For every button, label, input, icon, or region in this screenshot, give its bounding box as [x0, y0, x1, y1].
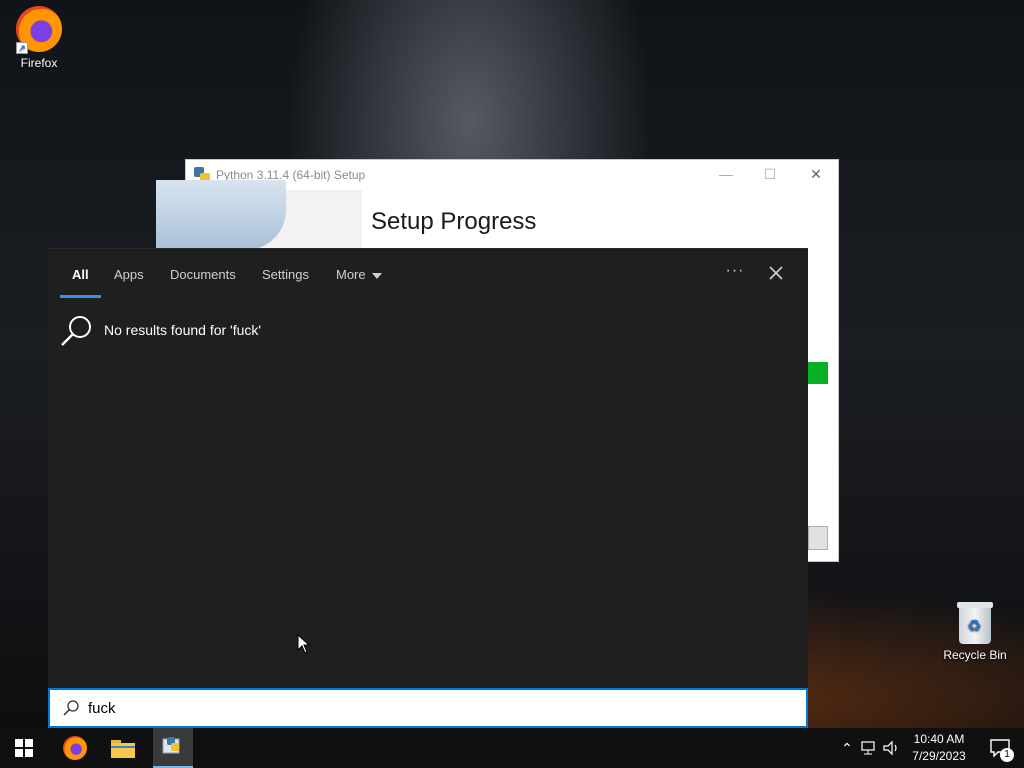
- tab-documents[interactable]: Documents: [170, 267, 236, 282]
- minimize-button[interactable]: —: [704, 160, 748, 190]
- chevron-up-icon[interactable]: ⌃: [838, 740, 856, 757]
- action-center-button[interactable]: 1: [980, 728, 1020, 768]
- chevron-down-icon: [371, 272, 382, 279]
- desktop-icon-label: Firefox: [20, 56, 58, 70]
- tab-more-label: More: [336, 267, 366, 282]
- setup-cancel-button[interactable]: [808, 526, 828, 550]
- recycle-bin-icon: ♻: [957, 600, 993, 644]
- shortcut-arrow-icon: ↗: [16, 42, 28, 54]
- tab-all[interactable]: All: [72, 267, 89, 282]
- folder-icon: [111, 740, 135, 758]
- taskbar-file-explorer[interactable]: [103, 728, 143, 768]
- desktop-icon-label: Recycle Bin: [943, 648, 1007, 662]
- python-setup-icon: [162, 737, 180, 754]
- close-search-button[interactable]: [764, 261, 788, 285]
- desktop-icon-recycle-bin[interactable]: ♻ Recycle Bin: [940, 600, 1010, 662]
- no-results-message: No results found for 'fuck': [60, 313, 261, 347]
- search-box[interactable]: [48, 688, 808, 728]
- windows-start-icon: [15, 739, 33, 757]
- firefox-icon: [63, 736, 87, 760]
- notification-badge: 1: [1000, 748, 1014, 762]
- no-results-text: No results found for 'fuck': [104, 322, 262, 338]
- tab-settings[interactable]: Settings: [262, 267, 309, 282]
- taskbar-firefox[interactable]: [55, 728, 95, 768]
- tab-more[interactable]: More: [336, 267, 382, 282]
- setup-progress-bar: [808, 362, 828, 384]
- setup-heading: Setup Progress: [371, 208, 537, 235]
- close-button[interactable]: ✕: [794, 160, 838, 190]
- clock-time: 10:40 AM: [913, 732, 965, 746]
- taskbar: ⌃ 10:40 AM 7/29/2023 1: [0, 728, 1024, 768]
- maximize-button[interactable]: ☐: [748, 160, 792, 190]
- search-input[interactable]: [88, 699, 768, 717]
- start-button[interactable]: [4, 728, 44, 768]
- firefox-icon: ↗: [16, 6, 62, 54]
- more-options-button[interactable]: ···: [722, 262, 748, 286]
- taskbar-clock[interactable]: 10:40 AM 7/29/2023: [906, 731, 972, 765]
- desktop-icon-firefox[interactable]: ↗ Firefox: [4, 6, 74, 70]
- volume-icon[interactable]: [882, 740, 902, 756]
- search-tabs: All Apps Documents Settings More ···: [48, 249, 808, 301]
- clock-date: 7/29/2023: [912, 749, 966, 763]
- mouse-cursor-icon: [297, 634, 311, 654]
- active-tab-indicator: [60, 295, 101, 298]
- system-tray: ⌃: [838, 728, 902, 768]
- tab-apps[interactable]: Apps: [114, 267, 144, 282]
- network-icon[interactable]: [860, 740, 880, 756]
- close-icon: [769, 266, 783, 280]
- taskbar-python-setup[interactable]: [153, 728, 193, 768]
- search-icon: [63, 700, 79, 716]
- search-results-panel: All Apps Documents Settings More ··· No …: [48, 248, 808, 688]
- search-icon: [61, 316, 91, 346]
